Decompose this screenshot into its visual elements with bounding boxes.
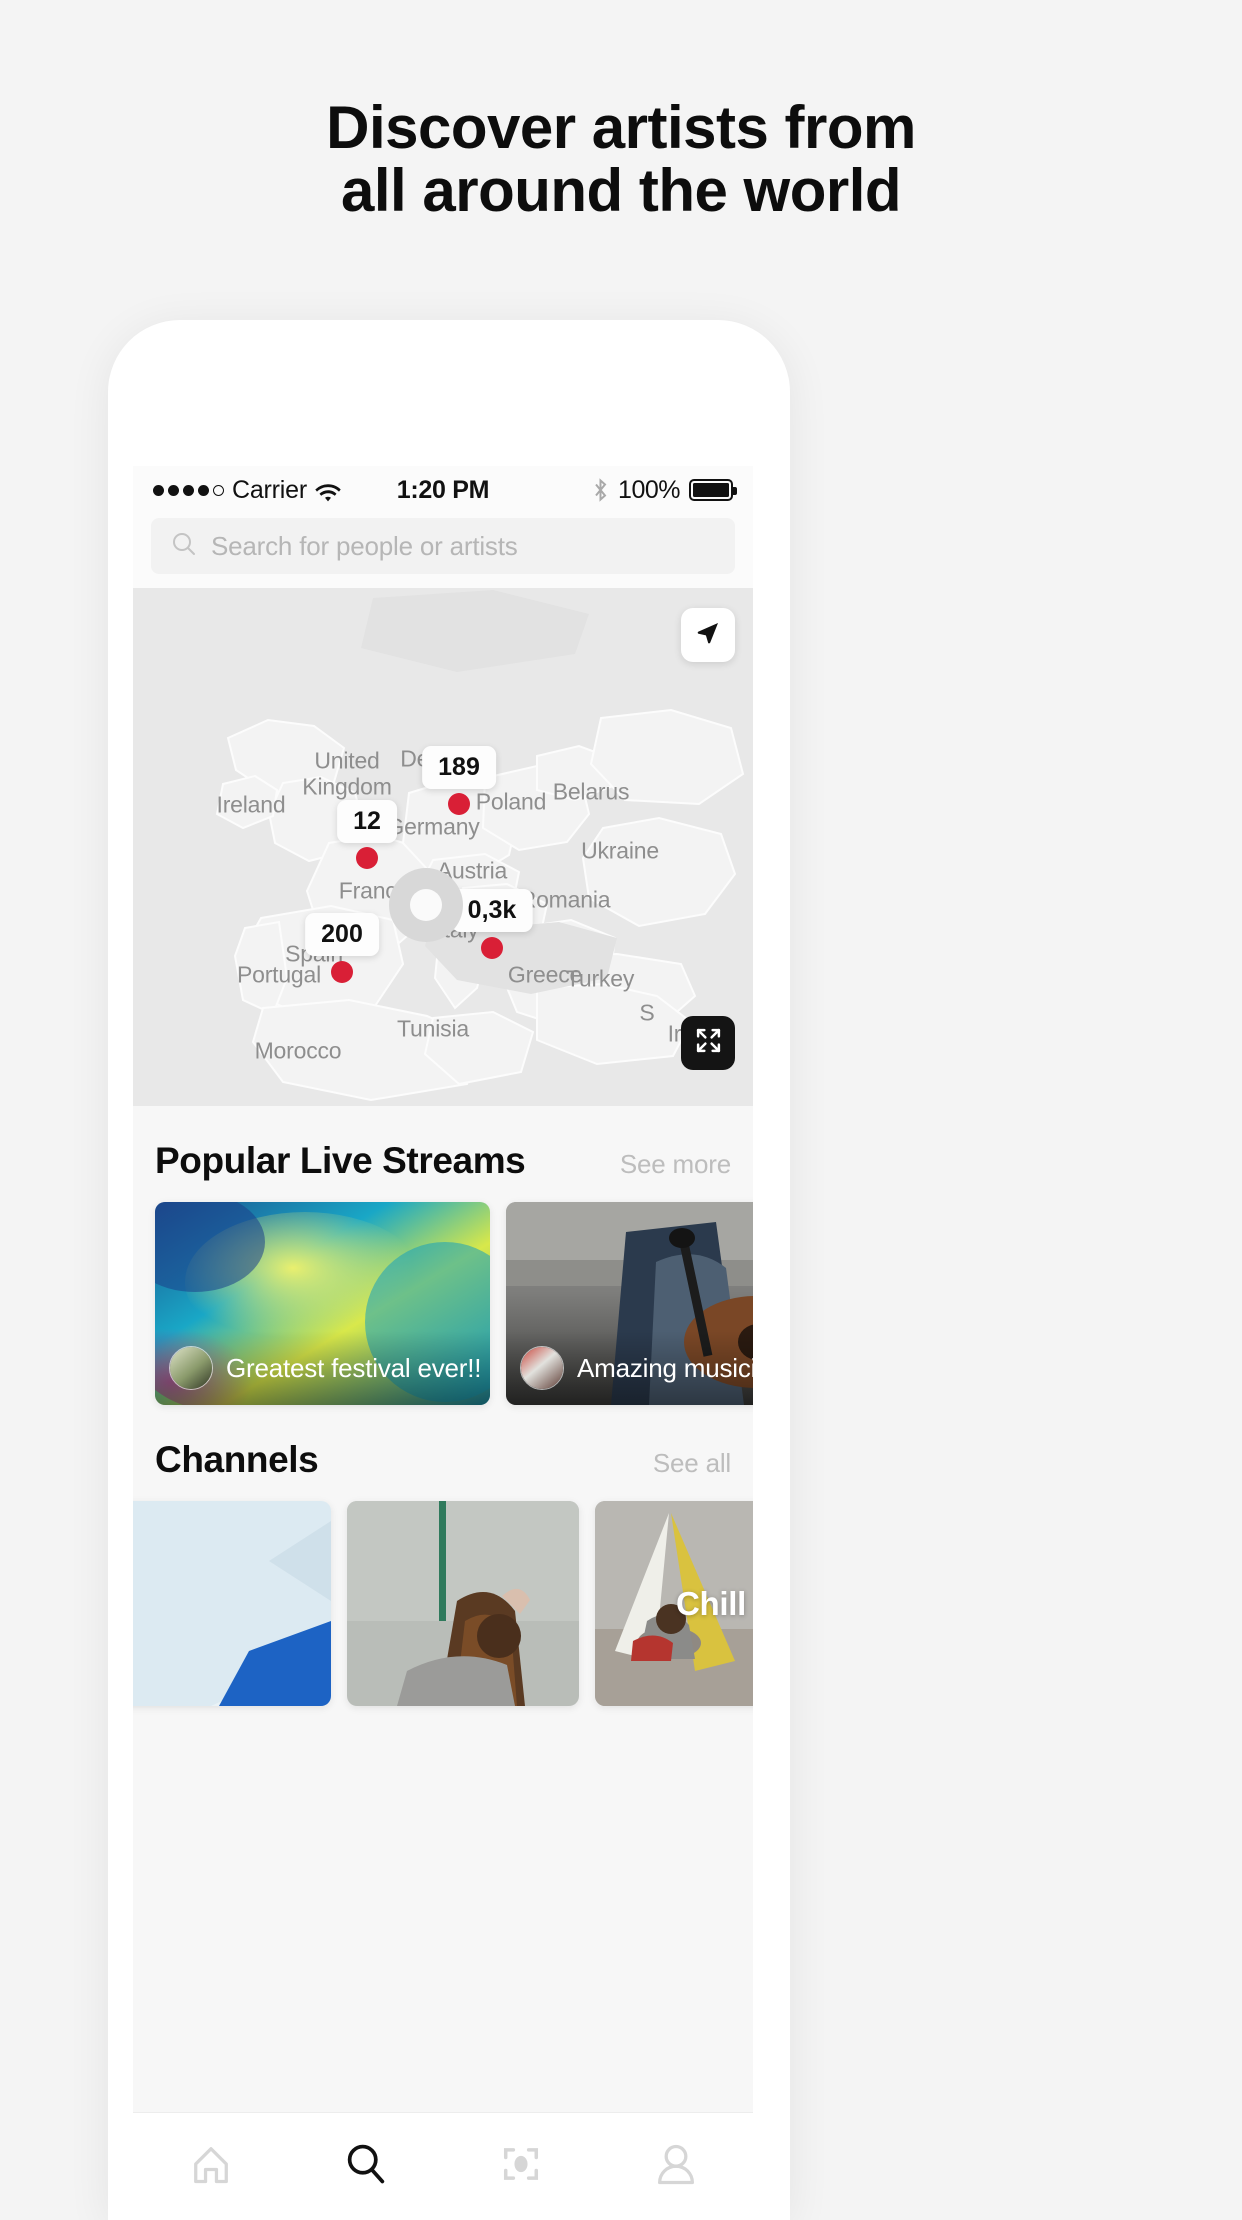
navigation-arrow-icon <box>695 620 721 651</box>
avatar <box>520 1346 564 1390</box>
map-country-label: Morocco <box>254 1037 342 1064</box>
tab-scan[interactable] <box>443 2140 598 2193</box>
search-placeholder: Search for people or artists <box>211 530 518 561</box>
map-country-label: Tunisia <box>397 1015 469 1042</box>
home-icon <box>187 2140 235 2193</box>
stream-card[interactable]: Greatest festival ever!! <box>155 1202 490 1405</box>
map-pin[interactable] <box>331 961 353 983</box>
search-icon <box>342 2140 390 2193</box>
profile-icon <box>652 2140 700 2193</box>
section-header-streams: Popular Live Streams See more <box>133 1106 753 1202</box>
section-header-channels: Channels See all <box>133 1405 753 1501</box>
map-country-label: Turkey <box>565 965 635 992</box>
map-pin[interactable] <box>356 847 378 869</box>
map-country-label: Ireland <box>216 791 286 818</box>
map-cluster-marker[interactable] <box>389 868 463 942</box>
status-bar-left: Carrier <box>153 476 341 505</box>
map-count-bubble[interactable]: 12 <box>337 800 397 843</box>
page-title-line-1: Discover artists from <box>326 94 916 161</box>
section-title-channels: Channels <box>155 1439 319 1480</box>
carrier-label: Carrier <box>232 475 307 504</box>
channel-card[interactable] <box>133 1501 331 1706</box>
fullscreen-expand-icon <box>695 1027 722 1059</box>
see-more-link[interactable]: See more <box>620 1149 731 1180</box>
section-title-streams: Popular Live Streams <box>155 1140 526 1181</box>
battery-full-icon <box>689 479 737 501</box>
battery-percent-label: 100% <box>618 475 680 504</box>
search-icon <box>171 531 197 562</box>
stream-title: Greatest festival ever!! <box>226 1352 482 1383</box>
stream-card-list[interactable]: Greatest festival ever!! Amazing music <box>133 1202 753 1405</box>
status-bar: Carrier 1:20 PM 100% <box>133 466 753 514</box>
bluetooth-icon <box>592 478 609 502</box>
map-country-label: Romania <box>519 886 611 913</box>
tab-search[interactable] <box>288 2140 443 2193</box>
map-count-bubble[interactable]: 0,3k <box>451 889 533 932</box>
map-country-label: Portugal <box>236 961 322 988</box>
tab-home[interactable] <box>133 2140 288 2193</box>
map-count-bubble[interactable]: 200 <box>305 913 379 956</box>
stream-card[interactable]: Amazing musician <box>506 1202 753 1405</box>
search-input[interactable]: Search for people or artists <box>151 518 735 574</box>
page-title: Discover artists from all around the wor… <box>0 96 1242 222</box>
map-country-label: S <box>639 999 655 1026</box>
locate-me-button[interactable] <box>681 608 735 662</box>
status-bar-right: 100% <box>592 475 737 505</box>
stream-caption: Greatest festival ever!! <box>155 1331 490 1405</box>
avatar <box>169 1346 213 1390</box>
map-pin[interactable] <box>448 793 470 815</box>
channel-card[interactable]: Chill <box>595 1501 753 1706</box>
tab-profile[interactable] <box>598 2140 753 2193</box>
map-pin[interactable] <box>481 937 503 959</box>
map-view[interactable]: Ireland United Kingdom Den Germany Poland Bela… <box>133 588 753 1106</box>
map-country-label: Germany <box>386 813 480 840</box>
channel-card-list[interactable]: Chill <box>133 1501 753 1706</box>
bottom-tab-bar[interactable] <box>133 2112 753 2220</box>
stream-caption: Amazing musician <box>506 1331 753 1405</box>
map-country-label: Poland <box>475 788 547 815</box>
scan-icon <box>497 2140 545 2193</box>
map-count-bubble[interactable]: 189 <box>422 746 496 789</box>
see-all-link[interactable]: See all <box>653 1448 731 1479</box>
page-title-line-2: all around the world <box>340 157 902 224</box>
channel-label <box>347 1501 579 1706</box>
channel-card[interactable] <box>347 1501 579 1706</box>
search-bar-container: Search for people or artists <box>133 514 753 588</box>
map-country-label: Ukraine <box>581 837 659 864</box>
fullscreen-button[interactable] <box>681 1016 735 1070</box>
signal-strength-icon <box>153 484 224 496</box>
phone-screen: Carrier 1:20 PM 100% Search for people o… <box>133 466 753 2220</box>
map-country-label: Belarus <box>552 778 630 805</box>
stream-title: Amazing musician <box>577 1352 753 1383</box>
channel-label <box>133 1501 331 1706</box>
wifi-icon <box>315 482 341 502</box>
map-country-label: United Kingdom <box>302 747 392 799</box>
channel-label: Chill <box>676 1584 746 1622</box>
